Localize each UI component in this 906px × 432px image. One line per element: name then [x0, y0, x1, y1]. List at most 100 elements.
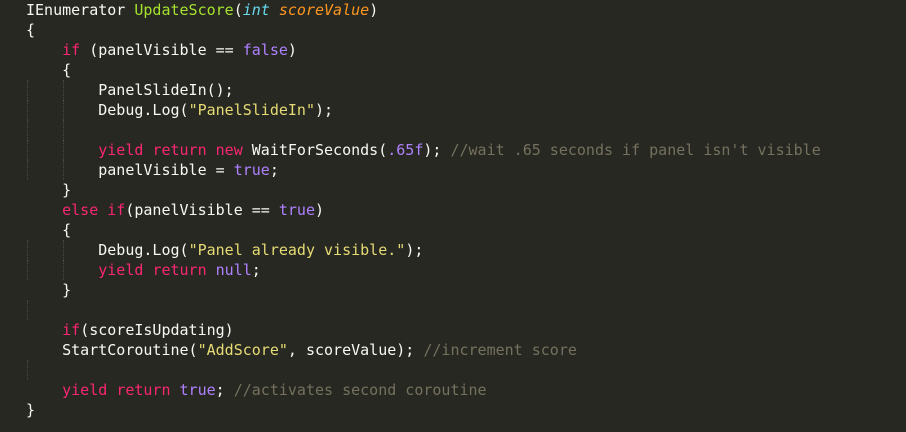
code-token: null: [215, 261, 252, 279]
code-line[interactable]: PanelSlideIn();: [26, 80, 821, 100]
code-token: (scoreIsUpdating): [80, 321, 234, 339]
code-token: }: [26, 401, 36, 419]
code-line[interactable]: yield return true; //activates second co…: [26, 380, 821, 400]
code-token: UpdateScore: [134, 1, 234, 19]
code-token: if: [62, 41, 81, 59]
code-line[interactable]: Debug.Log("PanelSlideIn");: [26, 100, 821, 120]
indent-guide: [27, 160, 28, 180]
code-token: {: [26, 21, 36, 39]
indent-guide: [63, 100, 64, 120]
code-token: //increment score: [423, 341, 577, 359]
code-line[interactable]: {: [26, 60, 821, 80]
code-token: PanelSlideIn();: [26, 81, 234, 99]
code-token: return: [116, 381, 171, 399]
code-line[interactable]: {: [26, 20, 821, 40]
code-token: //wait .65 seconds if panel isn't visibl…: [450, 141, 821, 159]
code-token: return: [152, 141, 207, 159]
code-token: if: [107, 201, 126, 219]
code-token: true: [233, 161, 270, 179]
code-line[interactable]: if(scoreIsUpdating): [26, 320, 821, 340]
code-token: }: [26, 181, 72, 199]
indent-guide: [63, 120, 64, 140]
code-line[interactable]: IEnumerator UpdateScore(int scoreValue): [26, 0, 821, 20]
code-line[interactable]: StartCoroutine("AddScore", scoreValue); …: [26, 340, 821, 360]
indent-guide: [27, 360, 28, 380]
code-line[interactable]: }: [26, 280, 821, 300]
code-line[interactable]: }: [26, 180, 821, 200]
code-token: (: [233, 1, 243, 19]
code-token: IEnumerator: [26, 1, 135, 19]
code-line[interactable]: [26, 360, 821, 380]
code-token: .65f: [387, 141, 424, 159]
indent-guide: [27, 80, 28, 100]
code-token: {: [26, 221, 72, 239]
code-token: //activates second coroutine: [233, 381, 487, 399]
code-editor[interactable]: IEnumerator UpdateScore(int scoreValue){…: [26, 0, 821, 420]
code-token: ;: [215, 381, 234, 399]
indent-guide: [63, 240, 64, 260]
code-line[interactable]: else if(panelVisible == true): [26, 200, 821, 220]
indent-guide: [27, 100, 28, 120]
code-token: ): [287, 41, 297, 59]
code-token: ): [315, 201, 325, 219]
code-line[interactable]: Debug.Log("Panel already visible.");: [26, 240, 821, 260]
indent-guide: [63, 160, 64, 180]
indent-guide: [27, 240, 28, 260]
code-token: else: [62, 201, 99, 219]
code-token: (panelVisible ==: [125, 201, 279, 219]
code-token: Debug.Log(: [26, 101, 189, 119]
code-line[interactable]: if (panelVisible == false): [26, 40, 821, 60]
code-token: "Panel already visible.": [188, 241, 406, 259]
code-token: yield: [62, 381, 108, 399]
code-token: Debug.Log(: [26, 241, 189, 259]
code-token: yield: [98, 261, 144, 279]
indent-guide: [63, 260, 64, 280]
code-token: true: [179, 381, 216, 399]
code-line[interactable]: [26, 300, 821, 320]
code-token: true: [278, 201, 315, 219]
code-token: if: [62, 321, 81, 339]
code-token: }: [26, 281, 72, 299]
indent-guide: [27, 120, 28, 140]
code-token: "AddScore": [197, 341, 288, 359]
code-token: new: [215, 141, 243, 159]
code-token: ;: [269, 161, 279, 179]
code-token: );: [405, 241, 424, 259]
code-token: int: [242, 1, 270, 19]
code-token: false: [242, 41, 288, 59]
code-token: {: [26, 61, 72, 79]
indent-guide: [63, 80, 64, 100]
code-token: ;: [251, 261, 261, 279]
code-token: "PanelSlideIn": [188, 101, 315, 119]
code-token: , scoreValue);: [287, 341, 424, 359]
code-token: scoreValue: [278, 1, 370, 19]
code-token: );: [423, 141, 451, 159]
code-token: yield: [98, 141, 144, 159]
indent-guide: [63, 140, 64, 160]
code-token: return: [152, 261, 207, 279]
indent-guide: [27, 140, 28, 160]
code-line[interactable]: yield return new WaitForSeconds(.65f); /…: [26, 140, 821, 160]
code-line[interactable]: [26, 120, 821, 140]
code-token: panelVisible =: [26, 161, 234, 179]
code-token: WaitForSeconds(: [242, 141, 388, 159]
code-token: ): [369, 1, 379, 19]
code-line[interactable]: yield return null;: [26, 260, 821, 280]
code-line[interactable]: panelVisible = true;: [26, 160, 821, 180]
code-line[interactable]: }: [26, 400, 821, 420]
code-token: (panelVisible ==: [80, 41, 243, 59]
code-token: );: [315, 101, 334, 119]
code-line[interactable]: {: [26, 220, 821, 240]
indent-guide: [27, 260, 28, 280]
indent-guide: [27, 300, 28, 320]
